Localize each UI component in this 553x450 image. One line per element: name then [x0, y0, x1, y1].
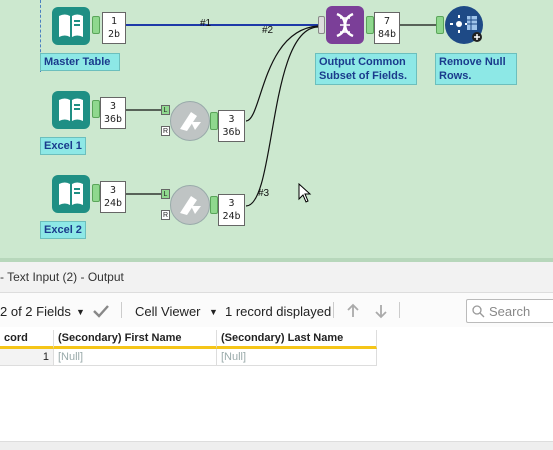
- table-cell[interactable]: [Null]: [54, 349, 217, 366]
- input-data-icon[interactable]: [52, 175, 90, 213]
- tool-label-excel-2[interactable]: Excel 2: [40, 221, 86, 239]
- column-header-last-name[interactable]: (Secondary) Last Name: [217, 330, 377, 349]
- input-anchor[interactable]: [436, 16, 444, 34]
- wire-label-2: #2: [262, 25, 274, 36]
- output-anchor[interactable]: [210, 112, 218, 130]
- column-header-first-name[interactable]: (Secondary) First Name: [54, 330, 217, 349]
- column-header-record[interactable]: cord: [0, 330, 54, 349]
- search-input[interactable]: Search: [466, 299, 553, 323]
- record-count-badge: 7 84b: [374, 12, 400, 44]
- output-anchor[interactable]: [92, 184, 100, 202]
- cell-viewer-dropdown[interactable]: Cell Viewer: [135, 304, 201, 319]
- chevron-down-icon[interactable]: ▼: [209, 307, 218, 317]
- output-anchor[interactable]: [210, 196, 218, 214]
- tool-label-excel-1[interactable]: Excel 1: [40, 137, 86, 155]
- checkmark-icon[interactable]: [92, 304, 110, 318]
- toolbar-divider: [333, 302, 334, 318]
- input-anchor[interactable]: [318, 16, 325, 34]
- input-data-icon[interactable]: [52, 7, 90, 45]
- tool-label-remove-null-rows[interactable]: Remove Null Rows.: [435, 53, 517, 85]
- record-count-badge: 3 24b: [218, 194, 245, 226]
- record-count-badge: 1 2b: [102, 12, 126, 44]
- record-count-badge: 3 36b: [218, 110, 245, 142]
- left-input-anchor[interactable]: L: [161, 189, 170, 199]
- records-displayed: 1 record displayed: [225, 304, 332, 319]
- output-anchor[interactable]: [92, 16, 100, 34]
- join-tool-icon[interactable]: [170, 185, 210, 225]
- record-count-badge: 3 36b: [100, 97, 126, 129]
- right-input-anchor[interactable]: R: [161, 126, 170, 136]
- toolbar-divider: [399, 302, 400, 318]
- macro-icon[interactable]: [445, 6, 483, 44]
- row-number[interactable]: 1: [0, 349, 54, 366]
- join-tool-icon[interactable]: [170, 101, 210, 141]
- left-input-anchor[interactable]: L: [161, 105, 170, 115]
- dna-icon[interactable]: [326, 6, 364, 44]
- results-panel-header: - Text Input (2) - Output: [0, 262, 553, 293]
- arrow-up-icon[interactable]: [345, 303, 361, 319]
- tool-label-output-common-subset[interactable]: Output Common Subset of Fields.: [315, 53, 417, 85]
- search-icon: [472, 305, 485, 318]
- arrow-down-icon[interactable]: [373, 303, 389, 319]
- toolbar-divider: [121, 302, 122, 318]
- mouse-cursor-icon: [298, 183, 312, 203]
- fields-selector[interactable]: 2 of 2 Fields: [0, 304, 71, 319]
- input-data-icon[interactable]: [52, 91, 90, 129]
- tool-label-master-table[interactable]: Master Table: [40, 53, 120, 71]
- right-input-anchor[interactable]: R: [161, 210, 170, 220]
- output-anchor[interactable]: [92, 100, 100, 118]
- wire-label-3: #3: [258, 188, 270, 199]
- workflow-canvas[interactable]: 1 2b Master Table 3 36b Excel 1 3 24b Excel…: [0, 0, 553, 258]
- record-count-badge: 3 24b: [100, 181, 126, 213]
- table-cell[interactable]: [Null]: [217, 349, 377, 366]
- results-title: - Text Input (2) - Output: [0, 270, 124, 284]
- chevron-down-icon[interactable]: ▼: [76, 307, 85, 317]
- wire-label-1: #1: [200, 18, 212, 29]
- output-anchor[interactable]: [366, 16, 374, 34]
- search-placeholder: Search: [489, 304, 531, 319]
